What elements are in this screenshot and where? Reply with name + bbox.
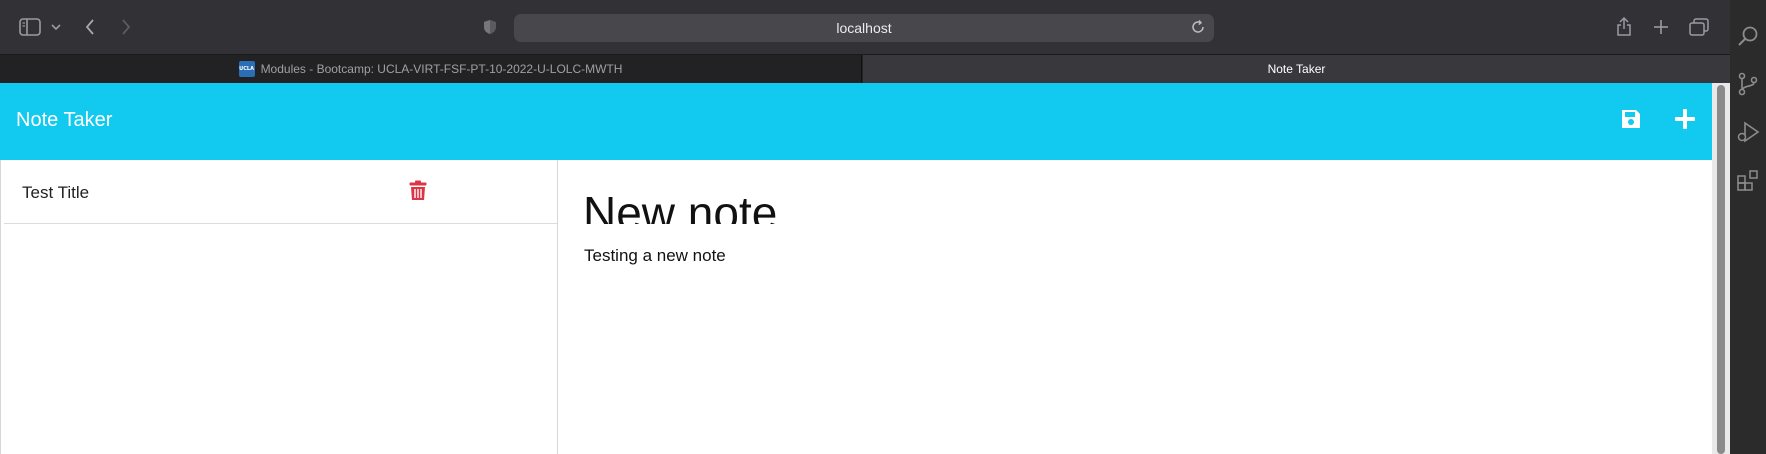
tab-modules-bootcamp[interactable]: UCLA Modules - Bootcamp: UCLA-VIRT-FSF-P… — [0, 55, 862, 83]
chevron-down-icon[interactable] — [50, 20, 62, 34]
note-title-field[interactable]: New note — [583, 168, 1183, 224]
list-item[interactable]: Test Title — [4, 160, 557, 224]
browser-toolbar: localhost — [0, 0, 1730, 54]
note-title-input[interactable]: New note — [583, 186, 777, 224]
note-taker-app: Note Taker Test Title New note Testing a… — [0, 83, 1712, 454]
save-icon[interactable] — [1619, 107, 1645, 133]
tab-bar: UCLA Modules - Bootcamp: UCLA-VIRT-FSF-P… — [0, 54, 1730, 83]
tab-overview-icon[interactable] — [1688, 17, 1710, 37]
screen: localhost UCLA Modules - Bootcamp: UCLA-… — [0, 0, 1766, 454]
scrollbar-thumb[interactable] — [1717, 85, 1725, 454]
tab-label: Modules - Bootcamp: UCLA-VIRT-FSF-PT-10-… — [260, 62, 623, 76]
tab-label: Note Taker — [1267, 62, 1326, 76]
note-list: Test Title — [0, 160, 558, 454]
address-bar[interactable]: localhost — [514, 14, 1214, 42]
forward-icon[interactable] — [118, 17, 134, 37]
editor-activity-bar — [1730, 0, 1766, 454]
note-textarea[interactable]: Testing a new note — [584, 246, 726, 266]
note-list-title[interactable]: Test Title — [22, 183, 89, 203]
tab-note-taker[interactable]: Note Taker — [863, 55, 1730, 83]
address-bar-url[interactable]: localhost — [514, 20, 1214, 36]
search-icon[interactable] — [1736, 24, 1760, 48]
run-debug-icon[interactable] — [1736, 120, 1760, 144]
privacy-shield-icon[interactable] — [482, 18, 498, 36]
source-control-icon[interactable] — [1736, 72, 1760, 96]
plus-icon[interactable] — [1673, 107, 1699, 133]
reload-icon[interactable] — [1190, 19, 1206, 35]
sidebar-toggle-icon[interactable] — [19, 17, 41, 37]
page-scrollbar[interactable] — [1712, 83, 1730, 454]
back-icon[interactable] — [82, 17, 98, 37]
ucla-favicon-icon: UCLA — [238, 61, 255, 77]
extensions-icon[interactable] — [1736, 168, 1760, 192]
navbar-brand[interactable]: Note Taker — [16, 109, 112, 132]
trash-icon[interactable] — [409, 180, 429, 202]
navbar: Note Taker — [0, 83, 1712, 160]
note-editor: New note Testing a new note — [559, 160, 1712, 454]
new-tab-icon[interactable] — [1651, 17, 1671, 37]
share-icon[interactable] — [1614, 15, 1634, 37]
